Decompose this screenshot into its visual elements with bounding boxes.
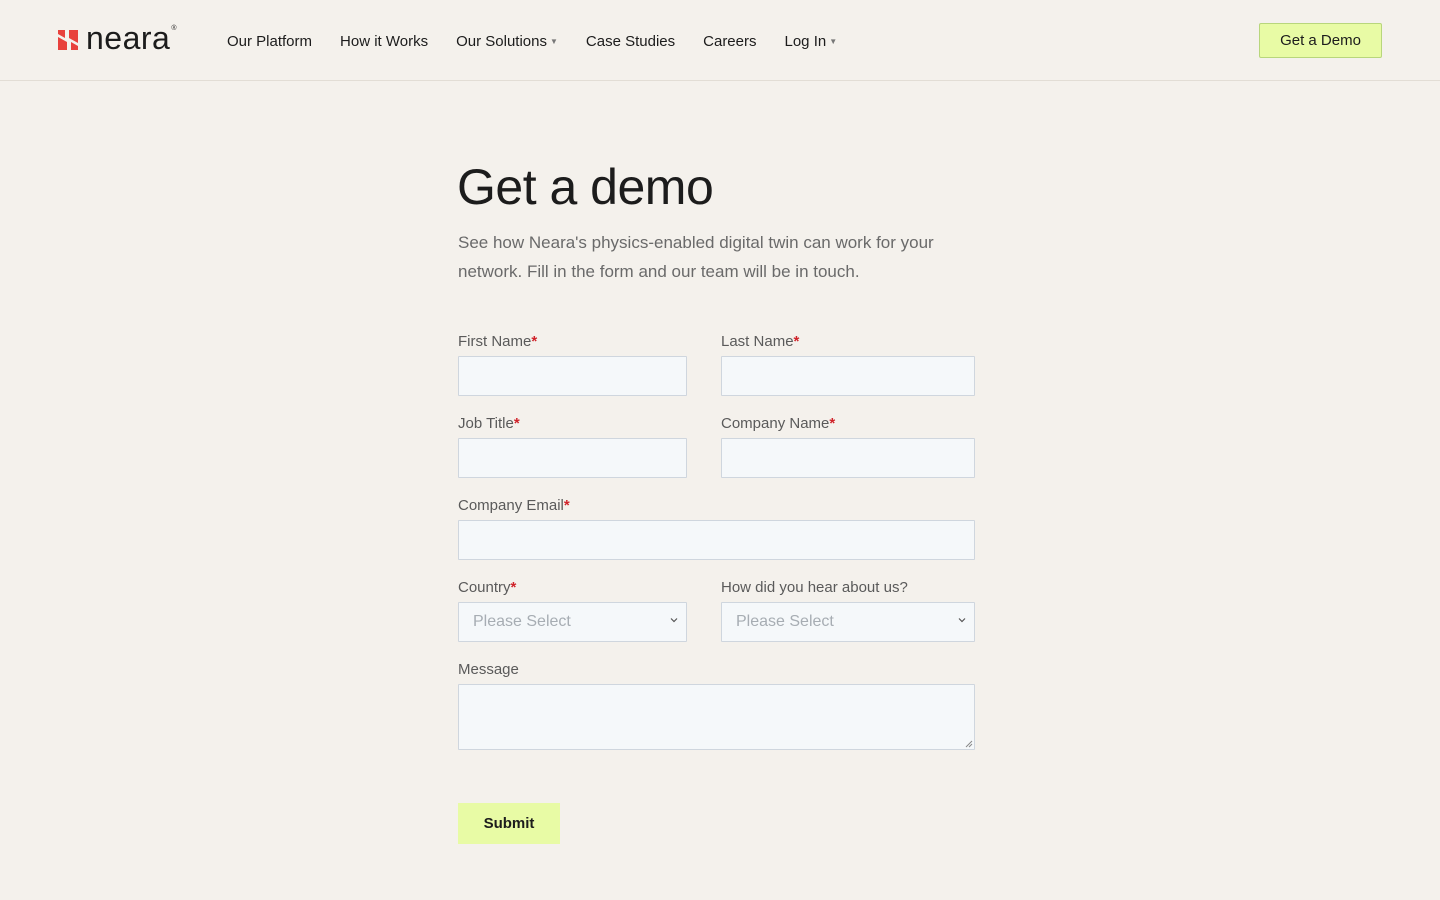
hear-about-label: How did you hear about us?	[721, 579, 908, 596]
country-selected-value: Please Select	[473, 613, 571, 630]
caret-down-icon: ▼	[550, 36, 558, 46]
site-header: neara ® Our Platform How it Works Our So…	[0, 0, 1440, 81]
neara-logo[interactable]: neara ®	[58, 20, 177, 57]
caret-down-icon: ▼	[829, 36, 838, 46]
registered-mark: ®	[171, 24, 177, 32]
chevron-down-icon	[670, 618, 678, 623]
resize-handle-icon[interactable]	[964, 739, 973, 748]
country-select[interactable]: Please Select	[458, 602, 687, 642]
required-mark: *	[531, 333, 538, 350]
job-title-input[interactable]	[458, 438, 687, 478]
page-title: Get a demo	[457, 159, 714, 215]
country-label: Country*	[458, 579, 517, 596]
job-title-label: Job Title*	[458, 415, 520, 432]
page-intro: See how Neara's physics-enabled digital …	[458, 233, 934, 281]
nav-label: Log In	[784, 32, 827, 50]
nav-label: Our Platform	[227, 32, 313, 50]
required-mark: *	[510, 579, 517, 596]
required-mark: *	[513, 415, 520, 432]
hear-about-select[interactable]: Please Select	[721, 602, 975, 642]
main-nav: Our Platform How it Works Our Solutions …	[227, 31, 865, 51]
required-mark: *	[793, 333, 800, 350]
nav-careers[interactable]: Careers	[703, 33, 756, 50]
neara-logo-icon	[58, 30, 78, 50]
nav-log-in[interactable]: Log In ▼	[785, 33, 838, 50]
last-name-input[interactable]	[721, 356, 975, 396]
get-a-demo-button[interactable]: Get a Demo	[1259, 23, 1382, 58]
company-name-input[interactable]	[721, 438, 975, 478]
first-name-input[interactable]	[458, 356, 687, 396]
hear-about-selected-value: Please Select	[736, 613, 834, 630]
submit-button[interactable]: Submit	[458, 803, 560, 844]
nav-label: Case Studies	[585, 32, 676, 50]
logo-wordmark: neara	[86, 20, 171, 56]
required-mark: *	[829, 415, 836, 432]
company-email-label: Company Email*	[458, 497, 570, 514]
nav-our-platform[interactable]: Our Platform	[227, 33, 312, 50]
nav-how-it-works[interactable]: How it Works	[340, 33, 428, 50]
company-name-label: Company Name*	[721, 415, 836, 432]
message-textarea[interactable]	[458, 684, 975, 750]
message-label: Message	[458, 661, 519, 678]
nav-case-studies[interactable]: Case Studies	[586, 33, 675, 50]
required-mark: *	[563, 497, 570, 514]
last-name-label: Last Name*	[721, 333, 800, 350]
nav-label: Our Solutions	[456, 32, 547, 50]
nav-label: Careers	[703, 32, 757, 50]
nav-our-solutions[interactable]: Our Solutions ▼	[456, 33, 558, 50]
chevron-down-icon	[958, 618, 966, 623]
nav-label: How it Works	[340, 32, 429, 50]
first-name-label: First Name*	[458, 333, 538, 350]
company-email-input[interactable]	[458, 520, 975, 560]
